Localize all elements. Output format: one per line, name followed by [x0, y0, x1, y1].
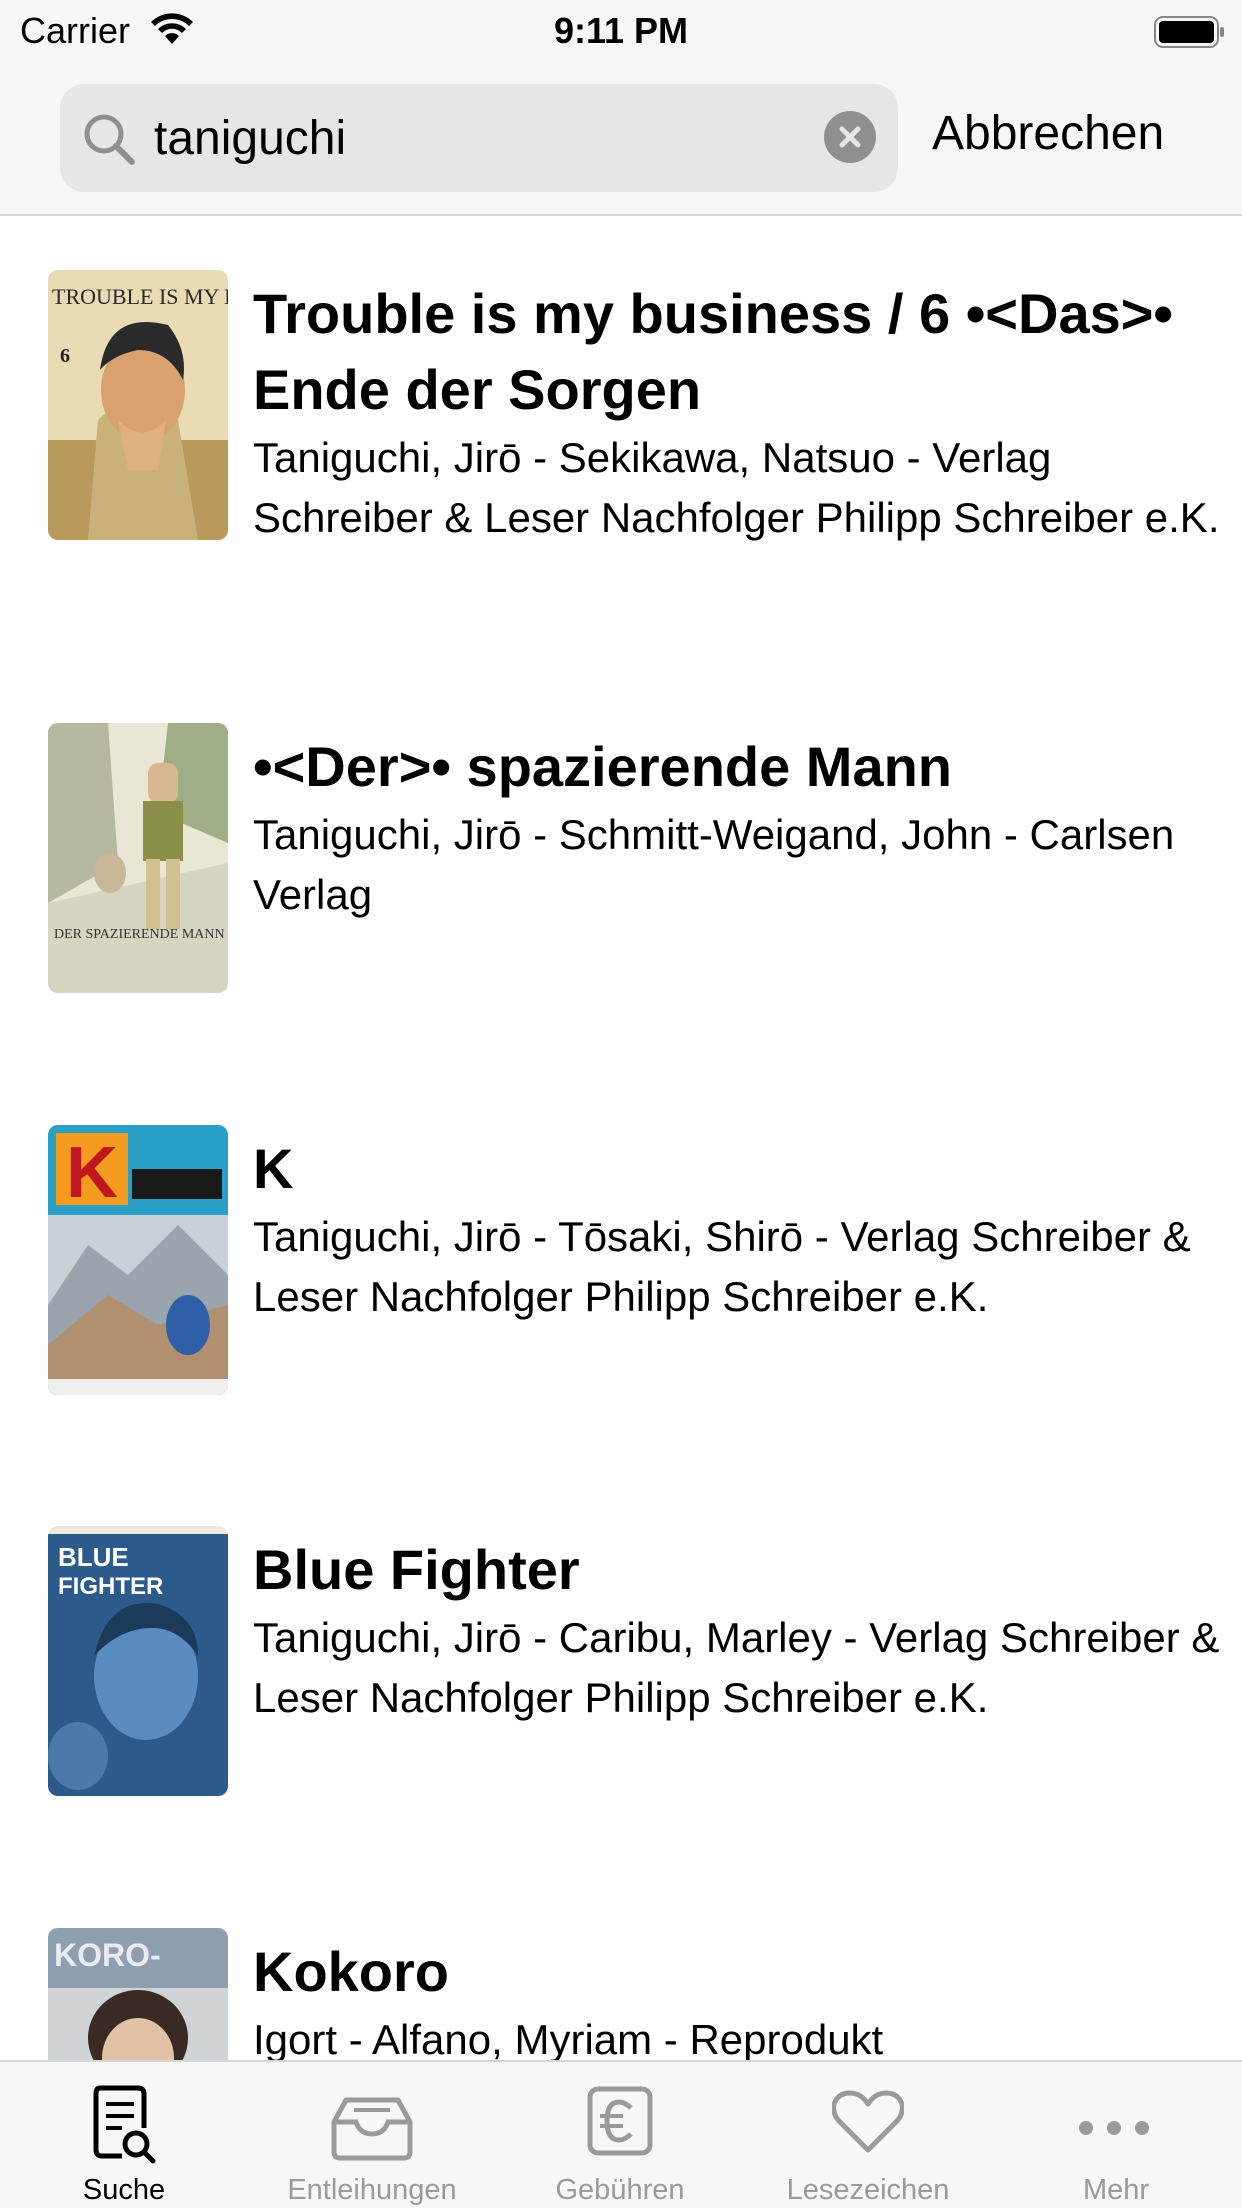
- tab-gebuehren[interactable]: Gebühren: [496, 2062, 744, 2208]
- book-cover: KORO-: [48, 1928, 228, 2060]
- cancel-button[interactable]: Abbrechen: [932, 106, 1164, 161]
- tab-label: Lesezeichen: [786, 2174, 950, 2206]
- search-header: Abbrechen: [0, 62, 1242, 216]
- cover-title-text: BLUE: [58, 1542, 129, 1572]
- result-meta: Taniguchi, Jirō - Caribu, Marley - Verla…: [253, 1614, 1220, 1721]
- clock: 9:11 PM: [553, 10, 689, 51]
- heart-icon: [832, 2090, 904, 2153]
- tab-entleihungen[interactable]: Entleihungen: [248, 2062, 496, 2208]
- result-item[interactable]: K K Taniguchi, Jirō - Tōsaki, Shirō - Ve…: [0, 1125, 1242, 1455]
- tab-suche[interactable]: Suche: [0, 2062, 248, 2208]
- search-document-icon: [93, 2085, 156, 2164]
- result-title: Trouble is my business / 6 •<Das>• Ende …: [253, 282, 1174, 421]
- result-info: Trouble is my business / 6 •<Das>• Ende …: [253, 276, 1228, 548]
- tab-lesezeichen[interactable]: Lesezeichen: [744, 2062, 992, 2208]
- more-icon: [1079, 2121, 1149, 2135]
- svg-text:6: 6: [60, 345, 70, 367]
- status-bar: Carrier 9:11 PM: [0, 0, 1242, 62]
- search-input[interactable]: [154, 98, 794, 178]
- result-item[interactable]: DER SPAZIERENDE MANN •<Der>• spazierende…: [0, 723, 1242, 1023]
- tab-label: Entleihungen: [287, 2174, 457, 2206]
- result-meta: Taniguchi, Jirō - Schmitt-Weigand, John …: [253, 811, 1175, 918]
- tab-label: Suche: [82, 2174, 166, 2206]
- result-item[interactable]: BLUE FIGHTER Blue Fighter Taniguchi, Jir…: [0, 1526, 1242, 1856]
- euro-icon: [587, 2086, 653, 2156]
- search-icon: [82, 112, 136, 171]
- result-info: Kokoro Igort - Alfano, Myriam - Reproduk…: [253, 1934, 1228, 2060]
- result-title: Blue Fighter: [253, 1538, 580, 1601]
- cover-title-text: TROUBLE IS MY BUSINESS: [52, 284, 228, 309]
- result-meta: Taniguchi, Jirō - Tōsaki, Shirō - Verlag…: [253, 1213, 1191, 1320]
- book-cover: K: [48, 1125, 228, 1395]
- battery-icon: [1154, 16, 1226, 53]
- result-meta: Igort - Alfano, Myriam - Reprodukt: [253, 2016, 884, 2060]
- tab-bar: Suche Entleihungen Gebühren Lesezeichen: [0, 2060, 1242, 2208]
- results-list: TROUBLE IS MY BUSINESS 6 Trouble is my b…: [0, 218, 1242, 2060]
- tab-label: Mehr: [1082, 2174, 1150, 2206]
- result-item[interactable]: KORO- Kokoro Igort - Alfano, Myriam - Re…: [0, 1928, 1242, 2060]
- result-title: Kokoro: [253, 1940, 449, 2003]
- cover-title-text: KORO-: [54, 1937, 161, 1973]
- clear-search-button[interactable]: [824, 111, 876, 163]
- search-field[interactable]: [60, 84, 898, 192]
- close-icon: [839, 126, 861, 148]
- result-info: K Taniguchi, Jirō - Tōsaki, Shirō - Verl…: [253, 1131, 1228, 1327]
- result-info: Blue Fighter Taniguchi, Jirō - Caribu, M…: [253, 1532, 1228, 1728]
- tab-label: Gebühren: [555, 2174, 685, 2206]
- svg-text:FIGHTER: FIGHTER: [58, 1573, 163, 1600]
- result-info: •<Der>• spazierende Mann Taniguchi, Jirō…: [253, 729, 1228, 925]
- book-cover: DER SPAZIERENDE MANN: [48, 723, 228, 993]
- result-item[interactable]: TROUBLE IS MY BUSINESS 6 Trouble is my b…: [0, 270, 1242, 630]
- cover-title-text: DER SPAZIERENDE MANN: [54, 927, 225, 942]
- book-cover: BLUE FIGHTER: [48, 1526, 228, 1796]
- cover-title-text: K: [66, 1133, 118, 1213]
- result-meta: Taniguchi, Jirō - Sekikawa, Natsuo - Ver…: [253, 434, 1220, 541]
- result-title: K: [253, 1137, 294, 1200]
- result-title: •<Der>• spazierende Mann: [253, 735, 953, 798]
- tab-mehr[interactable]: Mehr: [992, 2062, 1240, 2208]
- tray-icon: [331, 2097, 413, 2161]
- book-cover: TROUBLE IS MY BUSINESS 6: [48, 270, 228, 540]
